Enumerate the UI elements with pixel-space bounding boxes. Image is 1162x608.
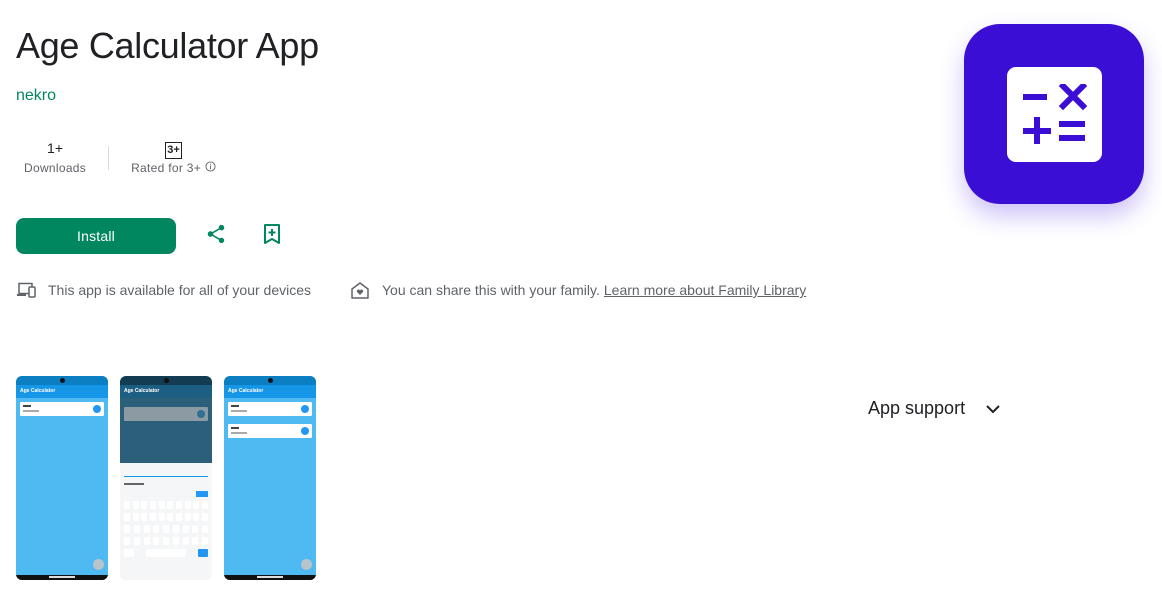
- wishlist-button[interactable]: [258, 222, 286, 250]
- calculator-icon: [1006, 66, 1102, 162]
- share-button[interactable]: [202, 222, 230, 250]
- app-support-label: App support: [868, 398, 966, 418]
- screenshot-3[interactable]: Age Calculator: [224, 376, 316, 580]
- content-rating-stat[interactable]: 3+ Rated for 3+: [123, 138, 224, 176]
- screenshot-app-bar-title: Age Calculator: [16, 385, 108, 398]
- screenshot-carousel: Age Calculator Age Calculator Age Calcul…: [16, 376, 316, 580]
- screenshot-app-bar-title: Age Calculator: [120, 385, 212, 398]
- content-rating-badge: 3+: [165, 141, 183, 159]
- app-title: Age Calculator App: [16, 25, 319, 66]
- downloads-value: 1+: [47, 140, 64, 156]
- app-support-toggle[interactable]: App support: [868, 398, 1001, 419]
- chevron-down-icon: [985, 404, 1001, 414]
- share-icon: [205, 223, 227, 250]
- devices-icon: [16, 280, 38, 300]
- screenshot-1[interactable]: Age Calculator: [16, 376, 108, 580]
- downloads-label: Downloads: [24, 161, 87, 175]
- app-stats: 1+ Downloads 3+ Rated for 3+: [16, 138, 224, 176]
- bookmark-add-icon: [262, 223, 282, 250]
- info-icon[interactable]: [205, 160, 216, 176]
- screenshot-2[interactable]: Age Calculator: [120, 376, 212, 580]
- family-text: You can share this with your family.: [382, 282, 600, 298]
- content-rating-label: Rated for 3+: [131, 161, 202, 175]
- install-button[interactable]: Install: [16, 218, 176, 254]
- screenshot-app-bar-title: Age Calculator: [224, 385, 316, 398]
- device-availability: This app is available for all of your de…: [16, 280, 311, 300]
- devices-text: This app is available for all of your de…: [48, 282, 312, 298]
- app-icon: [964, 24, 1144, 204]
- stat-divider: [108, 146, 110, 170]
- downloads-stat: 1+ Downloads: [16, 138, 94, 176]
- developer-link[interactable]: nekro: [16, 86, 56, 106]
- family-library-link[interactable]: Learn more about Family Library: [604, 282, 806, 298]
- family-home-icon: [350, 280, 372, 300]
- family-availability: You can share this with your family. Lea…: [350, 280, 806, 300]
